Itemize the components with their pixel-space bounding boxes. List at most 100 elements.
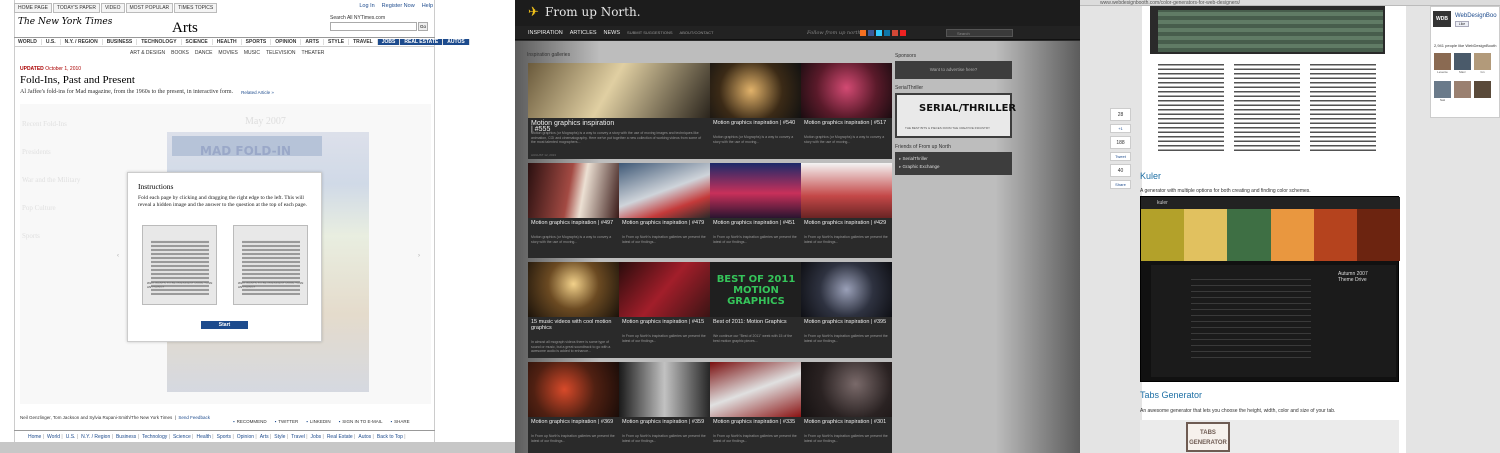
tile-title[interactable]: Motion graphics inspiration | #429	[804, 220, 890, 226]
nav-item[interactable]: SPORTS	[242, 39, 272, 45]
fb-share-button[interactable]: Share	[1110, 180, 1131, 189]
share-button[interactable]: SHARE	[391, 419, 410, 424]
pinterest-icon[interactable]	[900, 30, 906, 36]
footer-link[interactable]: Home	[28, 434, 44, 440]
tweet-button[interactable]: Tweet	[1110, 152, 1131, 161]
subnav-item[interactable]: MOVIES	[218, 50, 237, 56]
help-link[interactable]: Help	[422, 3, 433, 9]
footer-link[interactable]: U.S.	[66, 434, 78, 440]
footer-link[interactable]: Business	[116, 434, 139, 440]
section-title[interactable]: Arts	[172, 20, 198, 37]
category-item[interactable]: War and the Military	[22, 166, 80, 194]
serialthriller-banner[interactable]: SERIAL/THRILLER THE BEST BITS & PIECES F…	[895, 93, 1016, 138]
twitter-button[interactable]: TWITTER	[275, 419, 298, 424]
nav-item[interactable]: WORLD	[14, 39, 42, 45]
nav-item[interactable]: TECHNOLOGY	[137, 39, 182, 45]
tile-title[interactable]: Motion graphics inspiration | #497	[531, 220, 617, 226]
site-title[interactable]: From up North.	[545, 5, 641, 19]
tile-title[interactable]: Motion graphics inspiration | #359	[622, 419, 708, 425]
fan-avatar[interactable]	[1474, 81, 1491, 98]
footer-link[interactable]: Jobs	[311, 434, 324, 440]
prev-arrow-icon[interactable]: ‹	[117, 253, 119, 259]
nav-item[interactable]: STYLE	[324, 39, 350, 45]
register-link[interactable]: Register Now	[382, 3, 415, 9]
friend-link[interactable]: Graphic Exchange	[899, 163, 1012, 171]
fan-avatar[interactable]: Levente	[1434, 53, 1451, 74]
nav-item[interactable]: N.Y. / REGION	[61, 39, 103, 45]
start-button[interactable]: Start	[201, 321, 248, 329]
nav-item[interactable]: OPINION	[271, 39, 302, 45]
fan-avatar[interactable]	[1454, 81, 1471, 98]
login-link[interactable]: Log In	[359, 3, 374, 9]
footer-link[interactable]: Style	[274, 434, 288, 440]
gallery-tile[interactable]: Motion graphics inspiration | #429 In Fr…	[801, 163, 892, 258]
top-link-home[interactable]: HOME PAGE	[14, 3, 52, 13]
subnav-item[interactable]: DANCE	[195, 50, 213, 56]
gallery-tile[interactable]: Motion graphics inspiration | #451 In Fr…	[710, 163, 801, 258]
footer-link[interactable]: Back to Top	[377, 434, 406, 440]
gallery-tile[interactable]: BEST OF 2011 MOTION GRAPHICS Best of 201…	[710, 262, 801, 358]
nav-inspiration[interactable]: INSPIRATION	[528, 30, 563, 36]
fan-avatar[interactable]: Marc	[1454, 53, 1471, 74]
kuler-screenshot[interactable]: kuler Autumn 2007 Theme Drive	[1140, 196, 1401, 382]
linkedin-icon[interactable]	[884, 30, 890, 36]
fan-avatar[interactable]: Nati	[1434, 81, 1451, 102]
nav-articles[interactable]: ARTICLES	[570, 30, 597, 36]
email-button[interactable]: SIGN IN TO E-MAIL	[339, 419, 382, 424]
tile-title[interactable]: Motion graphics inspiration | #479	[622, 220, 708, 226]
footer-link[interactable]: Arts	[260, 434, 272, 440]
advertise-box[interactable]: Want to advertise here?	[895, 61, 1012, 79]
subnav-item[interactable]: MUSIC	[244, 50, 260, 56]
gallery-tile[interactable]: Motion graphics inspiration | #555 Motio…	[528, 63, 710, 159]
gallery-tile[interactable]: Motion graphics inspiration | #395 In Fr…	[801, 262, 892, 358]
nav-submit[interactable]: SUBMIT SUGGESTIONS	[627, 30, 673, 35]
gplus-button[interactable]: +1	[1110, 124, 1131, 133]
footer-link[interactable]: Real Estate	[327, 434, 356, 440]
category-item[interactable]: Sports	[22, 222, 80, 250]
gallery-tile[interactable]: Motion graphics inspiration | #335 In Fr…	[710, 362, 801, 453]
tile-title[interactable]: Motion graphics inspiration | #395	[804, 319, 890, 325]
tile-title[interactable]: Motion graphics inspiration | #335	[713, 419, 799, 425]
nav-item[interactable]: BUSINESS	[103, 39, 138, 45]
nav-about[interactable]: ABOUT/CONTACT	[680, 30, 714, 35]
facebook-icon[interactable]	[868, 30, 874, 36]
top-link-video[interactable]: VIDEO	[100, 3, 125, 13]
next-arrow-icon[interactable]: ›	[418, 253, 420, 259]
recommend-button[interactable]: RECOMMEND	[233, 419, 267, 424]
subnav-item[interactable]: TELEVISION	[266, 50, 295, 56]
nyt-logo[interactable]: The New York Times	[18, 17, 112, 27]
category-item[interactable]: Recent Fold-Ins	[22, 110, 80, 138]
tabs-generator-heading[interactable]: Tabs Generator	[1140, 390, 1202, 400]
linkedin-button[interactable]: LINKEDIN	[306, 419, 331, 424]
footer-link[interactable]: Science	[173, 434, 194, 440]
gallery-tile[interactable]: Motion graphics inspiration | #540 Motio…	[710, 63, 801, 159]
category-item[interactable]: Presidents	[22, 138, 80, 166]
category-item[interactable]: Pop Culture	[22, 194, 80, 222]
tabs-generator-screenshot[interactable]: TABS GENERATOR	[1140, 420, 1399, 453]
subnav-item[interactable]: BOOKS	[171, 50, 189, 56]
search-go-button[interactable]: Go	[418, 22, 428, 31]
footer-link[interactable]: Opinion	[237, 434, 257, 440]
tile-title[interactable]: Motion graphics inspiration | #415	[622, 319, 708, 325]
footer-link[interactable]: Travel	[291, 434, 307, 440]
twitter-icon[interactable]	[876, 30, 882, 36]
nav-item-arts[interactable]: ARTS	[301, 39, 324, 45]
gallery-tile[interactable]: Motion graphics inspiration | #369 In Fr…	[528, 362, 619, 453]
tile-title[interactable]: Motion graphics inspiration | #451	[713, 220, 799, 226]
kuler-heading[interactable]: Kuler	[1140, 171, 1161, 181]
gallery-tile[interactable]: Motion graphics inspiration | #517 Motio…	[801, 63, 892, 159]
subnav-item[interactable]: THEATER	[301, 50, 324, 56]
tile-title[interactable]: 15 music videos with cool motion graphic…	[531, 319, 617, 331]
google-icon[interactable]	[892, 30, 898, 36]
tile-title[interactable]: Best of 2011: Motion Graphics	[713, 319, 799, 325]
plane-logo-icon[interactable]: ✈	[528, 4, 539, 20]
search-input[interactable]	[330, 22, 417, 31]
nav-item[interactable]: REAL ESTATE	[400, 39, 444, 45]
footer-link[interactable]: N.Y. / Region	[81, 434, 113, 440]
gallery-tile[interactable]: 15 music videos with cool motion graphic…	[528, 262, 619, 358]
tile-title[interactable]: Motion graphics inspiration | #369	[531, 419, 617, 425]
send-feedback-link[interactable]: Send Feedback	[178, 415, 210, 420]
subnav-item[interactable]: ART & DESIGN	[130, 50, 165, 56]
fan-avatar[interactable]: Gn	[1474, 53, 1491, 74]
tile-title[interactable]: Motion graphics inspiration | #301	[804, 419, 890, 425]
